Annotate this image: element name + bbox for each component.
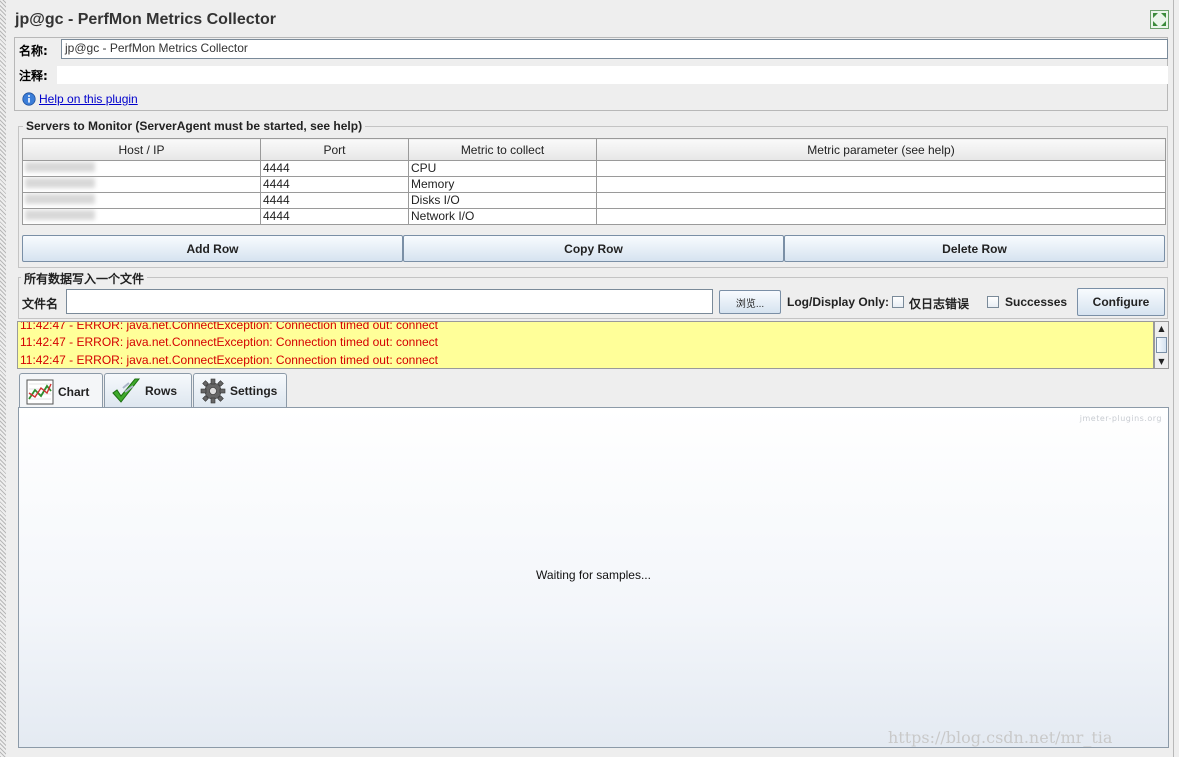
right-edge (1173, 0, 1174, 757)
metric-cell[interactable]: Disks I/O (408, 192, 597, 209)
checkmark-icon (112, 378, 141, 403)
metric-cell[interactable]: Memory (408, 176, 597, 193)
log-line: 11:42:47 - ERROR: java.net.ConnectExcept… (20, 353, 439, 367)
port-cell[interactable]: 4444 (260, 192, 409, 209)
delete-row-button[interactable]: Delete Row (784, 235, 1165, 262)
log-scrollbar[interactable]: ▲ ▼ (1154, 321, 1169, 369)
page-title: jp@gc - PerfMon Metrics Collector (15, 11, 276, 28)
tab-chart[interactable]: Chart (19, 373, 103, 409)
column-header-host[interactable]: Host / IP (22, 138, 261, 161)
help-link-label[interactable]: Help on this plugin (39, 92, 138, 106)
configure-button[interactable]: Configure (1077, 288, 1165, 316)
table-row[interactable]: 4444 Memory (22, 176, 1166, 193)
comment-label: 注释: (19, 69, 48, 83)
help-link[interactable]: Help on this plugin (22, 91, 138, 107)
column-header-parameter[interactable]: Metric parameter (see help) (596, 138, 1166, 161)
brand-label: jmeter-plugins.org (1079, 414, 1162, 423)
servers-group-title: Servers to Monitor (ServerAgent must be … (23, 119, 366, 133)
comment-field[interactable] (57, 66, 1168, 84)
errors-only-checkbox[interactable] (892, 296, 904, 308)
parameter-cell[interactable] (596, 192, 1166, 209)
successes-checkbox[interactable] (987, 296, 999, 308)
redacted-host (25, 194, 95, 204)
metric-cell[interactable]: CPU (408, 160, 597, 177)
metric-cell[interactable]: Network I/O (408, 208, 597, 225)
add-row-button[interactable]: Add Row (22, 235, 403, 262)
name-field[interactable]: jp@gc - PerfMon Metrics Collector (61, 39, 1168, 59)
scroll-down-icon[interactable]: ▼ (1155, 355, 1168, 368)
log-display-label: Log/Display Only: (787, 295, 890, 309)
filename-field[interactable] (66, 289, 713, 314)
tab-settings[interactable]: Settings (193, 373, 287, 408)
redacted-host (25, 210, 95, 220)
table-row[interactable]: 4444 Network I/O (22, 208, 1166, 225)
host-cell[interactable] (22, 160, 261, 177)
watermark: https://blog.csdn.net/mr_tia (888, 728, 1113, 747)
chart-status: Waiting for samples... (536, 568, 651, 582)
scroll-up-icon[interactable]: ▲ (1155, 322, 1168, 335)
table-row[interactable]: 4444 Disks I/O (22, 192, 1166, 209)
errors-only-label[interactable]: 仅日志错误 (909, 295, 969, 312)
parameter-cell[interactable] (596, 208, 1166, 225)
browse-button[interactable]: 浏览... (719, 290, 781, 314)
redacted-host (25, 178, 95, 188)
redacted-host (25, 162, 95, 172)
info-icon (22, 92, 36, 106)
scroll-thumb[interactable] (1156, 337, 1167, 353)
host-cell[interactable] (22, 192, 261, 209)
column-header-port[interactable]: Port (260, 138, 409, 161)
chart-panel[interactable]: jmeter-plugins.org Waiting for samples..… (18, 407, 1169, 748)
tab-rows-label: Rows (145, 384, 178, 398)
host-cell[interactable] (22, 176, 261, 193)
port-cell[interactable]: 4444 (260, 160, 409, 177)
expand-icon[interactable] (1150, 10, 1169, 29)
tab-settings-label: Settings (230, 384, 278, 398)
tab-chart-label: Chart (58, 384, 90, 399)
successes-label[interactable]: Successes (1005, 295, 1067, 309)
filename-label: 文件名 (22, 297, 59, 311)
host-cell[interactable] (22, 208, 261, 225)
port-cell[interactable]: 4444 (260, 176, 409, 193)
file-group-title: 所有数据写入一个文件 (21, 270, 148, 287)
chart-icon (26, 379, 54, 404)
column-header-metric[interactable]: Metric to collect (408, 138, 597, 161)
port-cell[interactable]: 4444 (260, 208, 409, 225)
left-splitter[interactable] (0, 0, 6, 757)
parameter-cell[interactable] (596, 176, 1166, 193)
tab-rows[interactable]: Rows (104, 373, 192, 408)
gear-icon (200, 378, 226, 404)
name-label: 名称: (19, 44, 48, 58)
servers-table[interactable]: Host / IP Port Metric to collect Metric … (22, 138, 1166, 225)
log-area[interactable]: 11:42:47 - ERROR: java.net.ConnectExcept… (17, 321, 1154, 369)
copy-row-button[interactable]: Copy Row (403, 235, 784, 262)
log-line: 11:42:47 - ERROR: java.net.ConnectExcept… (20, 321, 439, 332)
parameter-cell[interactable] (596, 160, 1166, 177)
table-row[interactable]: 4444 CPU (22, 160, 1166, 177)
log-line: 11:42:47 - ERROR: java.net.ConnectExcept… (20, 335, 439, 349)
